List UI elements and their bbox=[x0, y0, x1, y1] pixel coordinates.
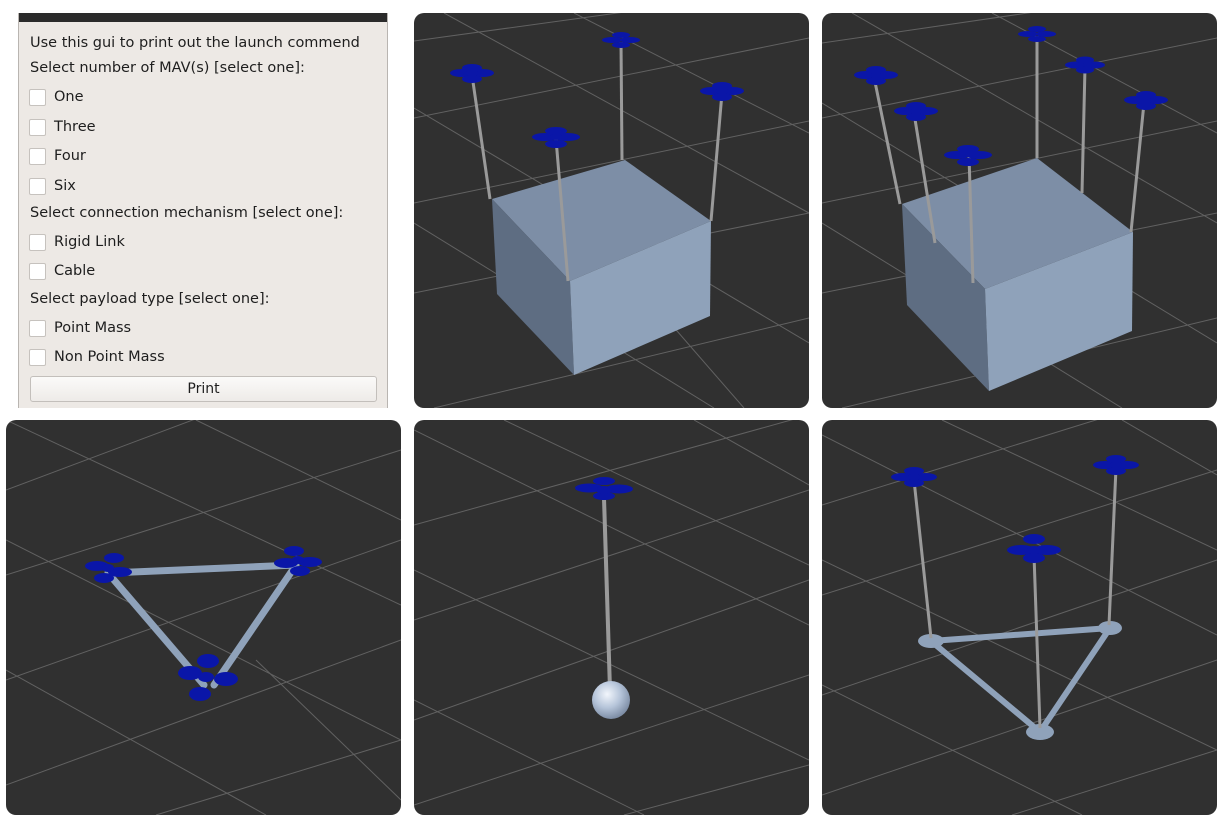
option-label: Four bbox=[54, 148, 86, 164]
sphere-payload bbox=[592, 681, 630, 719]
scene-three-mav-rigid bbox=[6, 420, 401, 815]
drone-icon bbox=[274, 546, 322, 576]
mav-option-four[interactable]: Four bbox=[29, 146, 86, 166]
viewport-render bbox=[6, 420, 401, 815]
option-label: Six bbox=[54, 178, 76, 194]
mav-group bbox=[891, 455, 1139, 563]
connection-option-rigid-link[interactable]: Rigid Link bbox=[29, 232, 125, 252]
drone-icon bbox=[1093, 455, 1139, 475]
ground-grid bbox=[822, 420, 1217, 815]
drone-icon bbox=[575, 477, 633, 500]
drone-icon bbox=[891, 467, 937, 487]
option-label: Point Mass bbox=[54, 320, 132, 336]
drone-icon bbox=[602, 32, 640, 48]
payload-option-point-mass[interactable]: Point Mass bbox=[29, 318, 131, 338]
launch-command-gui: Use this gui to print out the launch com… bbox=[18, 13, 388, 408]
drone-icon bbox=[894, 102, 938, 121]
option-label: One bbox=[54, 89, 84, 105]
mav-count-heading: Select number of MAV(s) [select one]: bbox=[30, 60, 305, 76]
mav-group bbox=[854, 26, 1168, 166]
scene-four-mav-cube bbox=[414, 13, 809, 408]
gui-titlebar bbox=[19, 13, 387, 22]
drone-icon bbox=[854, 66, 898, 85]
drone-icon bbox=[450, 64, 494, 83]
mav-option-six[interactable]: Six bbox=[29, 176, 76, 196]
mav-option-three[interactable]: Three bbox=[29, 117, 96, 137]
checkbox[interactable] bbox=[29, 319, 46, 337]
option-label: Three bbox=[54, 119, 96, 135]
drone-icon bbox=[1018, 26, 1056, 42]
drone-icon bbox=[700, 82, 744, 101]
viewport-render bbox=[822, 420, 1217, 815]
option-label: Non Point Mass bbox=[54, 349, 165, 365]
drone-icon bbox=[532, 127, 580, 148]
drone-icon bbox=[1124, 91, 1168, 110]
mav-option-one[interactable]: One bbox=[29, 87, 84, 107]
cables bbox=[912, 467, 1118, 729]
print-button[interactable]: Print bbox=[30, 376, 377, 402]
checkbox[interactable] bbox=[29, 118, 46, 136]
drone-icon bbox=[944, 145, 992, 166]
scene-six-mav-cube bbox=[822, 13, 1217, 408]
viewport-render bbox=[414, 420, 809, 815]
scene-one-mav-sphere bbox=[414, 420, 809, 815]
ground-grid bbox=[6, 420, 401, 815]
scene-three-mav-cable-frame bbox=[822, 420, 1217, 815]
checkbox[interactable] bbox=[29, 233, 46, 251]
connection-option-cable[interactable]: Cable bbox=[29, 261, 95, 281]
checkbox[interactable] bbox=[29, 88, 46, 106]
rigid-links bbox=[104, 561, 300, 689]
drone-icon bbox=[1007, 534, 1061, 563]
connection-heading: Select connection mechanism [select one]… bbox=[30, 205, 344, 221]
checkbox[interactable] bbox=[29, 262, 46, 280]
cube-payload bbox=[492, 160, 711, 375]
option-label: Cable bbox=[54, 263, 96, 279]
checkbox[interactable] bbox=[29, 147, 46, 165]
drone-icon bbox=[1065, 56, 1105, 74]
payload-frame bbox=[928, 625, 1113, 735]
mav-group bbox=[450, 32, 744, 148]
drone-icon bbox=[85, 553, 132, 583]
payload-option-non-point-mass[interactable]: Non Point Mass bbox=[29, 347, 165, 367]
checkbox[interactable] bbox=[29, 177, 46, 195]
viewport-render bbox=[414, 13, 809, 408]
viewport-render bbox=[822, 13, 1217, 408]
cube-payload bbox=[902, 158, 1133, 391]
payload-heading: Select payload type [select one]: bbox=[30, 291, 270, 307]
instruction-text: Use this gui to print out the launch com… bbox=[30, 35, 360, 51]
checkbox[interactable] bbox=[29, 348, 46, 366]
option-label: Rigid Link bbox=[54, 234, 125, 250]
